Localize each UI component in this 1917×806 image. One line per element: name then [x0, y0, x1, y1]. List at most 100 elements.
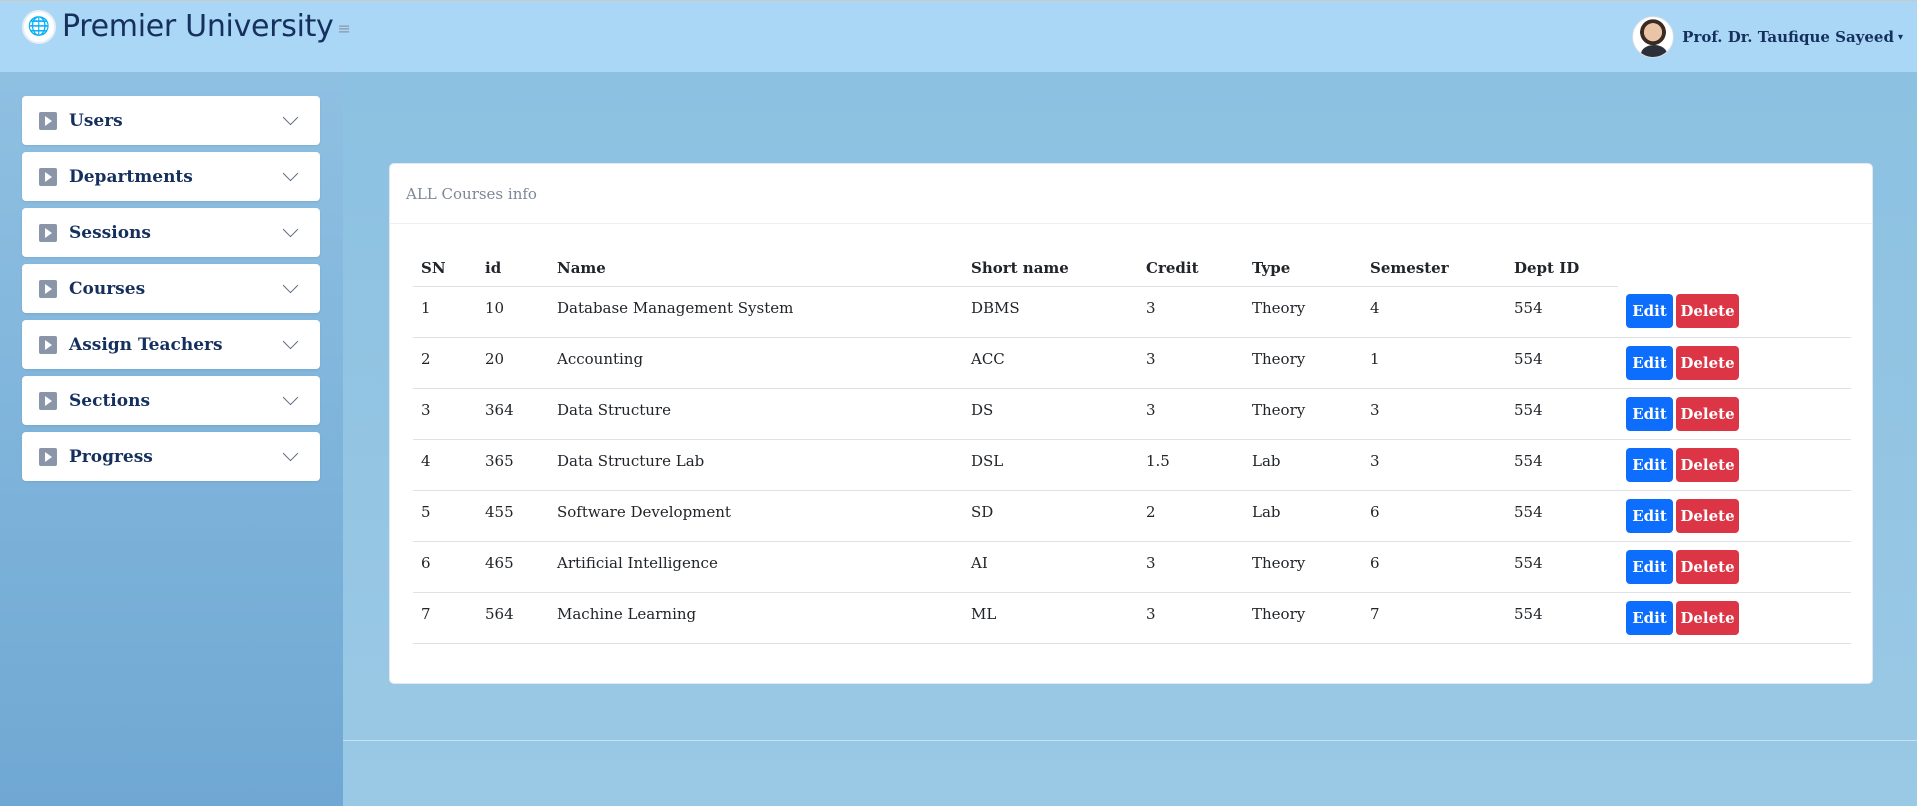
- table-row: 4 365 Data Structure Lab DSL 1.5 Lab 3 5…: [413, 439, 1851, 491]
- row-actions: Edit Delete: [1618, 592, 1851, 644]
- column-header: Short name: [963, 251, 1138, 287]
- row-actions: Edit Delete: [1618, 439, 1851, 491]
- cell-sn: 6: [413, 541, 477, 593]
- chevron-down-icon[interactable]: [282, 165, 299, 182]
- cell-dept-id: 554: [1506, 388, 1618, 440]
- brand[interactable]: 🌐 Premier University ≡: [22, 9, 351, 44]
- cell-type: Theory: [1244, 592, 1362, 644]
- delete-button[interactable]: Delete: [1676, 549, 1739, 584]
- edit-button[interactable]: Edit: [1626, 345, 1673, 380]
- cell-semester: 1: [1362, 337, 1506, 389]
- cell-sn: 4: [413, 439, 477, 491]
- chevron-down-icon[interactable]: [282, 277, 299, 294]
- column-header: Name: [549, 251, 963, 287]
- cell-id: 20: [477, 337, 549, 389]
- column-header: Credit: [1138, 251, 1244, 287]
- table-row: 2 20 Accounting ACC 3 Theory 1 554 Edit D…: [413, 337, 1851, 389]
- cell-sn: 1: [413, 286, 477, 338]
- cell-id: 365: [477, 439, 549, 491]
- cell-sn: 5: [413, 490, 477, 542]
- table-row: 1 10 Database Management System DBMS 3 T…: [413, 286, 1851, 338]
- column-header: Semester: [1362, 251, 1506, 287]
- cell-credit: 2: [1138, 490, 1244, 542]
- table-row: 5 455 Software Development SD 2 Lab 6 55…: [413, 490, 1851, 542]
- play-square-icon: [39, 223, 57, 242]
- table-header-row: SN id Name Short name Credit Type Semest…: [413, 251, 1851, 287]
- cell-sn: 7: [413, 592, 477, 644]
- card-title: ALL Courses info: [406, 184, 537, 203]
- row-actions: Edit Delete: [1618, 388, 1851, 440]
- courses-table: SN id Name Short name Credit Type Semest…: [413, 251, 1851, 644]
- sidebar: Users Departments Sessions Courses Assig…: [0, 72, 343, 806]
- cell-type: Lab: [1244, 439, 1362, 491]
- chevron-down-icon[interactable]: [282, 109, 299, 126]
- cell-semester: 3: [1362, 388, 1506, 440]
- cell-credit: 3: [1138, 388, 1244, 440]
- edit-button[interactable]: Edit: [1626, 396, 1673, 431]
- delete-button[interactable]: Delete: [1676, 294, 1739, 328]
- chevron-down-icon[interactable]: [282, 333, 299, 350]
- user-name[interactable]: Prof. Dr. Taufique Sayeed: [1682, 28, 1894, 46]
- sidebar-item-label: Assign Teachers: [69, 334, 223, 355]
- cell-semester: 6: [1362, 541, 1506, 593]
- cell-short-name: DSL: [963, 439, 1138, 491]
- table-row: 3 364 Data Structure DS 3 Theory 3 554 E…: [413, 388, 1851, 440]
- delete-button[interactable]: Delete: [1676, 447, 1739, 482]
- delete-button[interactable]: Delete: [1676, 498, 1739, 533]
- chevron-down-icon[interactable]: [282, 221, 299, 238]
- cell-id: 10: [477, 286, 549, 338]
- sidebar-item-label: Courses: [69, 278, 146, 299]
- cell-short-name: ML: [963, 592, 1138, 644]
- cell-semester: 6: [1362, 490, 1506, 542]
- cell-name: Database Management System: [549, 286, 963, 338]
- caret-down-icon[interactable]: ▾: [1898, 32, 1903, 43]
- edit-button[interactable]: Edit: [1626, 549, 1673, 584]
- cell-semester: 3: [1362, 439, 1506, 491]
- avatar[interactable]: [1632, 16, 1675, 58]
- cell-credit: 3: [1138, 592, 1244, 644]
- actions-column-header: [1618, 251, 1851, 286]
- row-actions: Edit Delete: [1618, 337, 1851, 389]
- cell-short-name: AI: [963, 541, 1138, 593]
- user-menu[interactable]: Prof. Dr. Taufique Sayeed ▾: [1632, 16, 1903, 58]
- cell-sn: 3: [413, 388, 477, 440]
- sidebar-item-label: Departments: [69, 166, 193, 187]
- edit-button[interactable]: Edit: [1626, 447, 1673, 482]
- cell-name: Data Structure Lab: [549, 439, 963, 491]
- cell-type: Theory: [1244, 286, 1362, 338]
- sidebar-item-label: Sections: [69, 390, 151, 411]
- column-header: SN: [413, 251, 477, 287]
- delete-button[interactable]: Delete: [1676, 345, 1739, 380]
- cell-id: 465: [477, 541, 549, 593]
- menu-toggle-icon[interactable]: ≡: [338, 19, 351, 38]
- sidebar-item-users[interactable]: Users: [22, 96, 320, 145]
- cell-type: Theory: [1244, 388, 1362, 440]
- cell-id: 564: [477, 592, 549, 644]
- play-square-icon: [39, 335, 57, 354]
- sidebar-item-assign-teachers[interactable]: Assign Teachers: [22, 320, 320, 369]
- cell-name: Accounting: [549, 337, 963, 389]
- sidebar-item-progress[interactable]: Progress: [22, 432, 320, 481]
- edit-button[interactable]: Edit: [1626, 294, 1673, 328]
- table-row: 6 465 Artificial Intelligence AI 3 Theor…: [413, 541, 1851, 593]
- cell-dept-id: 554: [1506, 439, 1618, 491]
- edit-button[interactable]: Edit: [1626, 498, 1673, 533]
- sidebar-item-departments[interactable]: Departments: [22, 152, 320, 201]
- cell-sn: 2: [413, 337, 477, 389]
- cell-name: Machine Learning: [549, 592, 963, 644]
- cell-type: Theory: [1244, 541, 1362, 593]
- chevron-down-icon[interactable]: [282, 389, 299, 406]
- sidebar-item-courses[interactable]: Courses: [22, 264, 320, 313]
- delete-button[interactable]: Delete: [1676, 396, 1739, 431]
- brand-name[interactable]: Premier University: [62, 9, 334, 44]
- cell-dept-id: 554: [1506, 592, 1618, 644]
- delete-button[interactable]: Delete: [1676, 600, 1739, 635]
- cell-type: Lab: [1244, 490, 1362, 542]
- chevron-down-icon[interactable]: [282, 445, 299, 462]
- sidebar-item-sections[interactable]: Sections: [22, 376, 320, 425]
- edit-button[interactable]: Edit: [1626, 600, 1673, 635]
- sidebar-item-sessions[interactable]: Sessions: [22, 208, 320, 257]
- play-square-icon: [39, 111, 57, 130]
- cell-dept-id: 554: [1506, 337, 1618, 389]
- column-header: Type: [1244, 251, 1362, 287]
